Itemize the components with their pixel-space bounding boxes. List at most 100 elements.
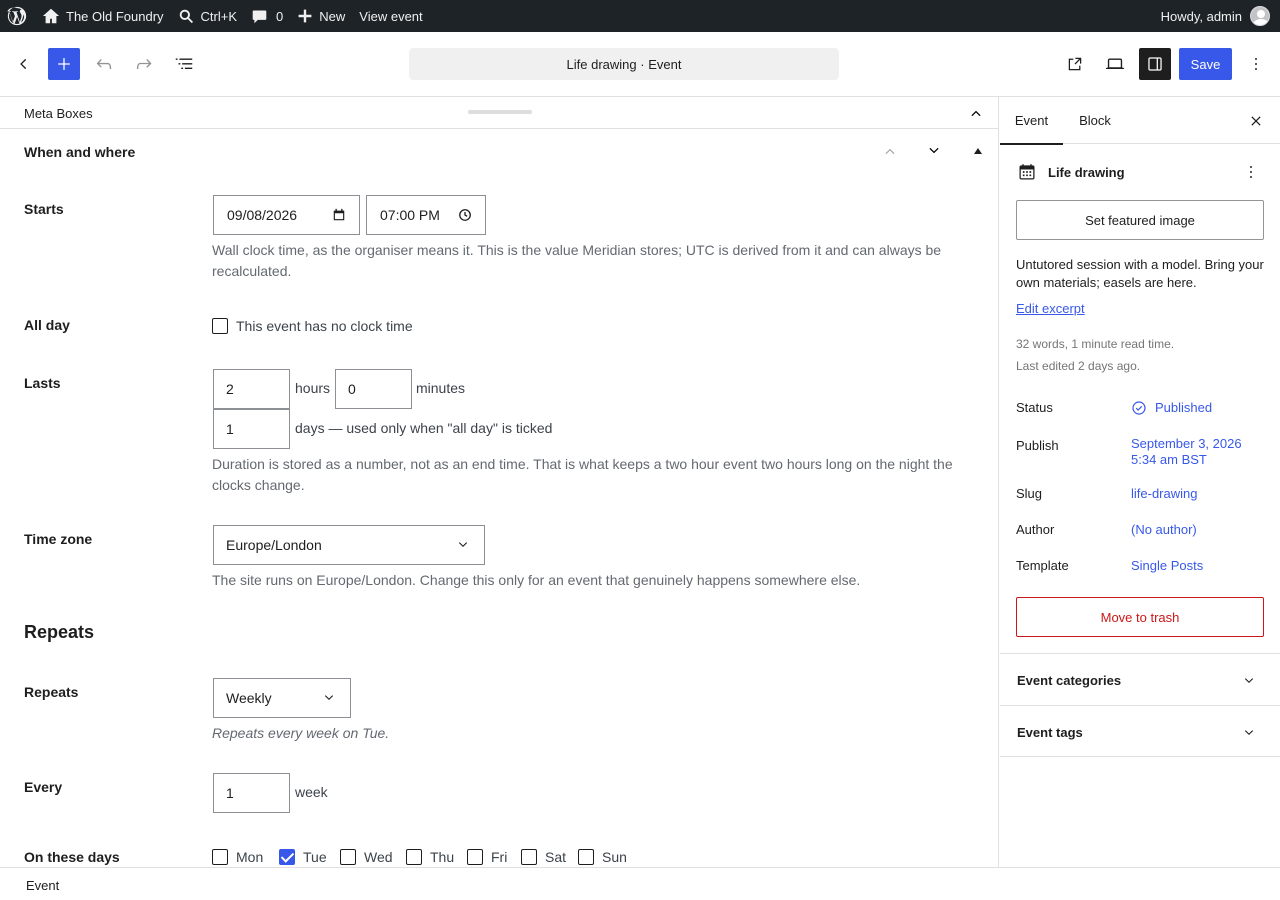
more-vertical-icon (1255, 58, 1257, 70)
wordpress-logo-icon[interactable] (0, 0, 35, 32)
command-palette-link[interactable]: Ctrl+K (171, 0, 244, 32)
block-breadcrumb-bar: Event (0, 867, 1280, 900)
search-shortcut: Ctrl+K (200, 8, 238, 24)
sidebar-icon (1148, 57, 1162, 71)
author-label: Author (1016, 522, 1055, 537)
meta-boxes-area: Meta Boxes When and where Starts 09/08/2… (0, 97, 999, 867)
redo-icon (136, 58, 152, 70)
day-label-sat: Sat (545, 849, 567, 865)
new-content-link[interactable]: New (290, 0, 352, 32)
view-post-button[interactable] (1059, 48, 1091, 80)
save-button[interactable]: Save (1179, 48, 1232, 80)
tab-block[interactable]: Block (1063, 97, 1127, 144)
avatar (1250, 6, 1270, 26)
breadcrumb[interactable]: Event (26, 878, 59, 893)
last-edited: Last edited 2 days ago. (1016, 359, 1141, 373)
tab-block-label: Block (1079, 113, 1111, 128)
days-label: On these days (24, 849, 120, 865)
document-title: Life drawing · Event (566, 56, 682, 72)
document-overview-button[interactable] (168, 48, 200, 80)
day-checkbox-fri[interactable] (467, 849, 483, 865)
preview-button[interactable] (1099, 48, 1131, 80)
edit-excerpt-link[interactable]: Edit excerpt (1016, 301, 1085, 316)
toggle-panel-icon[interactable] (970, 143, 986, 159)
day-label-sun: Sun (602, 849, 627, 865)
starts-help: Wall clock time, as the organiser means … (212, 242, 942, 279)
editor-header: Life drawing · Event Save (0, 32, 1280, 97)
chevron-down-icon (1240, 672, 1258, 693)
block-inserter-button[interactable] (48, 48, 80, 80)
every-unit: week (295, 784, 328, 800)
comment-icon (252, 10, 267, 23)
chevron-down-icon (458, 542, 468, 548)
my-account[interactable]: Howdy, admin (1161, 6, 1280, 26)
published-icon (1132, 401, 1146, 415)
event-tags-panel[interactable]: Event tags (1000, 705, 1280, 757)
hours-value: 2 (226, 381, 234, 397)
tab-event[interactable]: Event (1000, 97, 1063, 145)
desktop-icon (1105, 58, 1125, 70)
day-checkbox-sun[interactable] (578, 849, 594, 865)
start-date-input[interactable]: 09/08/2026 (213, 195, 360, 235)
hours-unit: hours (295, 380, 331, 396)
featured-image-label: Set featured image (1085, 212, 1195, 228)
day-label-mon: Mon (236, 849, 264, 865)
publish-date-button[interactable]: September 3, 2026 5:34 am BST (1131, 436, 1242, 468)
options-menu-button[interactable] (1240, 48, 1272, 80)
day-checkbox-mon[interactable] (212, 849, 228, 865)
chevron-left-icon (20, 58, 27, 70)
move-up-icon[interactable] (879, 141, 901, 161)
lasts-label: Lasts (24, 375, 61, 391)
panel-title: When and where (24, 144, 136, 160)
minutes-input[interactable]: 0 (335, 369, 412, 409)
clock-icon (459, 209, 471, 221)
event-categories-panel[interactable]: Event categories (1000, 653, 1280, 705)
every-label: Every (24, 779, 63, 795)
time-zone-select[interactable]: Europe/London (213, 525, 485, 565)
close-icon[interactable] (1246, 111, 1266, 131)
repeats-select[interactable]: Weekly (213, 678, 351, 718)
slug-button[interactable]: life-drawing (1131, 486, 1197, 502)
time-zone-label: Time zone (24, 531, 93, 547)
day-checkbox-thu[interactable] (406, 849, 422, 865)
repeats-heading: Repeats (24, 622, 95, 642)
day-checkbox-sat[interactable] (521, 849, 537, 865)
search-icon (179, 9, 193, 23)
days-unit: days — used only when "all day" is ticke… (295, 420, 553, 436)
time-zone-value: Europe/London (226, 537, 322, 553)
move-to-trash-button[interactable]: Move to trash (1016, 597, 1264, 637)
starts-label: Starts (24, 201, 64, 217)
event-categories-title: Event categories (1017, 673, 1122, 688)
author-button[interactable]: (No author) (1131, 522, 1197, 538)
status-button[interactable]: Published (1131, 400, 1212, 416)
plus-icon (298, 9, 312, 23)
view-event-link[interactable]: View event (352, 0, 429, 32)
move-down-icon[interactable] (923, 141, 945, 161)
comments-count: 0 (276, 8, 284, 24)
calendar-icon (333, 208, 345, 221)
undo-button[interactable] (88, 48, 120, 80)
comments-link[interactable]: 0 (244, 0, 290, 32)
day-checkbox-wed[interactable] (340, 849, 356, 865)
document-title-bar[interactable]: Life drawing · Event (409, 48, 839, 80)
hours-input[interactable]: 2 (213, 369, 290, 409)
every-input[interactable]: 1 (213, 773, 290, 813)
day-label-thu: Thu (430, 849, 455, 865)
template-button[interactable]: Single Posts (1131, 558, 1203, 574)
redo-button[interactable] (128, 48, 160, 80)
settings-sidebar: Event Block Life drawing Set featured im… (1000, 97, 1280, 867)
start-time-input[interactable]: 07:00 PM (366, 195, 486, 235)
all-day-checkbox[interactable] (212, 318, 228, 334)
more-vertical-icon[interactable] (1241, 162, 1261, 182)
set-featured-image-button[interactable]: Set featured image (1016, 200, 1264, 240)
tab-event-label: Event (1014, 112, 1049, 128)
chevron-up-icon[interactable] (966, 103, 986, 123)
settings-sidebar-toggle[interactable] (1139, 48, 1171, 80)
back-button[interactable] (8, 48, 40, 80)
resize-handle[interactable] (468, 110, 532, 114)
undo-icon (96, 58, 112, 70)
days-input[interactable]: 1 (213, 409, 290, 449)
day-checkbox-tue[interactable] (279, 849, 295, 865)
day-label-wed: Wed (364, 849, 393, 865)
site-name-link[interactable]: The Old Foundry (35, 0, 171, 32)
